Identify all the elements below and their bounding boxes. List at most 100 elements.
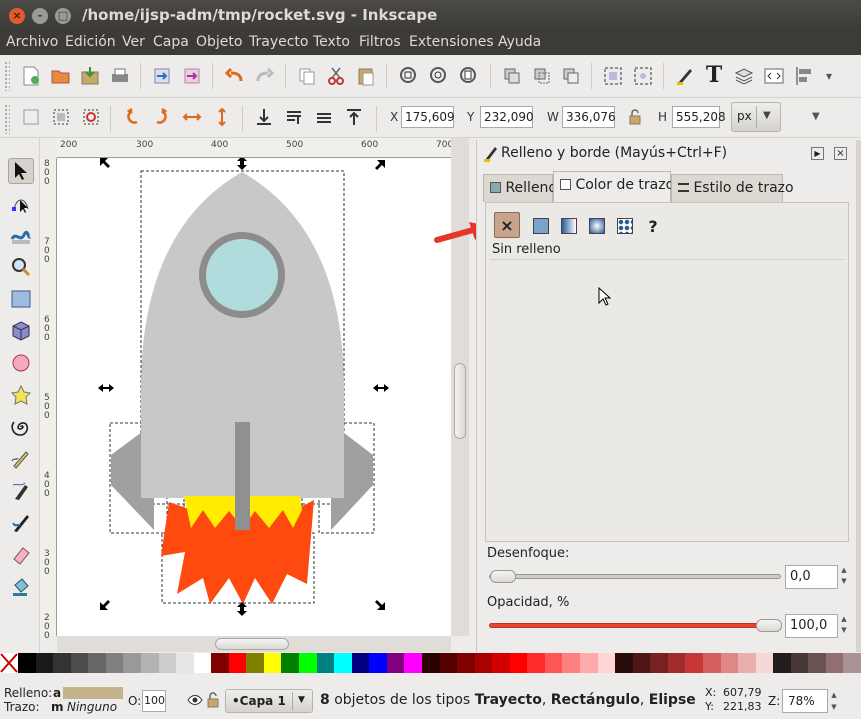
- palette-swatch[interactable]: [527, 653, 545, 673]
- flat-color-button[interactable]: [529, 214, 553, 238]
- center-rod[interactable]: [235, 422, 250, 530]
- clone-icon[interactable]: [531, 65, 553, 87]
- calligraphy-tool-icon[interactable]: [8, 510, 34, 536]
- flip-horizontal-icon[interactable]: [181, 106, 203, 128]
- opacity-slider-thumb[interactable]: [756, 619, 782, 632]
- fill-stroke-icon[interactable]: [674, 65, 696, 87]
- menu-filtros[interactable]: Filtros: [359, 34, 401, 50]
- print-icon[interactable]: [109, 65, 131, 87]
- menu-capa[interactable]: Capa: [153, 34, 189, 50]
- eye-icon[interactable]: [187, 694, 203, 709]
- lock-icon[interactable]: [624, 106, 646, 128]
- paint-bucket-tool-icon[interactable]: [8, 574, 34, 600]
- palette-swatch[interactable]: [404, 653, 422, 673]
- palette-swatch[interactable]: [18, 653, 36, 673]
- cut-icon[interactable]: [325, 65, 347, 87]
- toolbar-grip[interactable]: [4, 104, 10, 134]
- unlink-clone-icon[interactable]: [560, 65, 582, 87]
- group-icon[interactable]: [602, 65, 624, 87]
- redo-icon[interactable]: [253, 65, 275, 87]
- opacity-status-input[interactable]: 100: [142, 690, 166, 712]
- raise-to-top-icon[interactable]: [343, 106, 365, 128]
- palette-swatch[interactable]: [597, 653, 616, 673]
- save-icon[interactable]: [79, 65, 101, 87]
- layers-icon[interactable]: [733, 65, 755, 87]
- palette-swatch[interactable]: [702, 653, 721, 673]
- raise-icon[interactable]: [313, 106, 335, 128]
- pencil-tool-icon[interactable]: [8, 446, 34, 472]
- ungroup-icon[interactable]: [632, 65, 654, 87]
- palette-swatch[interactable]: [808, 653, 826, 673]
- palette-swatch[interactable]: [790, 653, 809, 673]
- export-icon[interactable]: [181, 65, 203, 87]
- palette-swatch[interactable]: [632, 653, 651, 673]
- linear-gradient-button[interactable]: [557, 214, 581, 238]
- zoom-spin-buttons[interactable]: ▲ ▼: [828, 689, 840, 713]
- zoom-page-icon[interactable]: [458, 65, 480, 87]
- vertical-scroll-thumb[interactable]: [454, 363, 466, 439]
- palette-swatch[interactable]: [474, 653, 493, 673]
- zoom-selection-icon[interactable]: [398, 65, 420, 87]
- palette-swatch[interactable]: [246, 653, 264, 673]
- horizontal-scroll-thumb[interactable]: [215, 638, 289, 650]
- palette-swatch[interactable]: [544, 653, 563, 673]
- no-color-swatch[interactable]: [0, 653, 18, 673]
- menu-objeto[interactable]: Objeto: [196, 34, 242, 50]
- flip-vertical-icon[interactable]: [211, 106, 233, 128]
- drawing-canvas[interactable]: [57, 158, 451, 636]
- window-glass[interactable]: [206, 239, 278, 311]
- rotate-ccw-icon[interactable]: [121, 106, 143, 128]
- opacity-spin-buttons[interactable]: ▲ ▼: [838, 614, 850, 638]
- palette-swatch[interactable]: [580, 653, 598, 673]
- palette-swatch[interactable]: [105, 653, 124, 673]
- palette-swatch[interactable]: [615, 653, 633, 673]
- palette-swatch[interactable]: [457, 653, 475, 673]
- tab-relleno[interactable]: Relleno: [483, 174, 557, 202]
- palette-swatch[interactable]: [509, 653, 528, 673]
- zoom-drawing-icon[interactable]: [428, 65, 450, 87]
- palette-swatch[interactable]: [720, 653, 739, 673]
- opacity-input[interactable]: 100,0: [785, 614, 838, 638]
- palette-swatch[interactable]: [439, 653, 458, 673]
- radial-gradient-button[interactable]: [585, 214, 609, 238]
- layer-select[interactable]: •Capa 1 ▼: [225, 689, 313, 713]
- stroke-status-value[interactable]: Ninguno: [67, 700, 117, 714]
- palette-swatch[interactable]: [825, 653, 844, 673]
- palette-swatch[interactable]: [228, 653, 247, 673]
- rectangle-tool-icon[interactable]: [8, 286, 34, 312]
- import-icon[interactable]: [151, 65, 173, 87]
- menu-extensiones[interactable]: Extensiones: [409, 34, 494, 50]
- node-tool-icon[interactable]: [8, 190, 34, 216]
- rotate-cw-icon[interactable]: [151, 106, 173, 128]
- pen-tool-icon[interactable]: [8, 478, 34, 504]
- deselect-icon[interactable]: [80, 106, 102, 128]
- lower-to-bottom-icon[interactable]: [253, 106, 275, 128]
- selector-tool-icon[interactable]: [8, 158, 34, 184]
- blur-slider[interactable]: [489, 570, 781, 583]
- unit-select[interactable]: px ▼: [731, 102, 781, 132]
- palette-swatch[interactable]: [755, 653, 774, 673]
- palette-swatch[interactable]: [176, 653, 194, 673]
- vertical-scrollbar[interactable]: [451, 138, 469, 636]
- y-input[interactable]: 232,090: [480, 106, 534, 128]
- menu-ayuda[interactable]: Ayuda: [498, 34, 541, 50]
- menu-archivo[interactable]: Archivo: [6, 34, 58, 50]
- tab-color-de-trazo[interactable]: Color de trazo: [553, 171, 674, 202]
- undo-icon[interactable]: [224, 65, 246, 87]
- zoom-tool-icon[interactable]: [8, 254, 34, 280]
- new-icon[interactable]: [20, 65, 42, 87]
- star-tool-icon[interactable]: [8, 382, 34, 408]
- palette-swatch[interactable]: [281, 653, 299, 673]
- palette-swatch[interactable]: [386, 653, 405, 673]
- xml-editor-icon[interactable]: [763, 65, 785, 87]
- duplicate-icon[interactable]: [501, 65, 523, 87]
- no-paint-button[interactable]: ×: [494, 212, 520, 238]
- fill-color-indicator[interactable]: [63, 687, 123, 699]
- w-input[interactable]: 336,076: [562, 106, 616, 128]
- palette-swatch[interactable]: [667, 653, 686, 673]
- close-window-button[interactable]: ×: [9, 8, 25, 24]
- blur-input[interactable]: 0,0: [785, 565, 838, 589]
- toolbar-grip[interactable]: [4, 61, 10, 91]
- palette-swatch[interactable]: [140, 653, 159, 673]
- palette-swatch[interactable]: [211, 653, 229, 673]
